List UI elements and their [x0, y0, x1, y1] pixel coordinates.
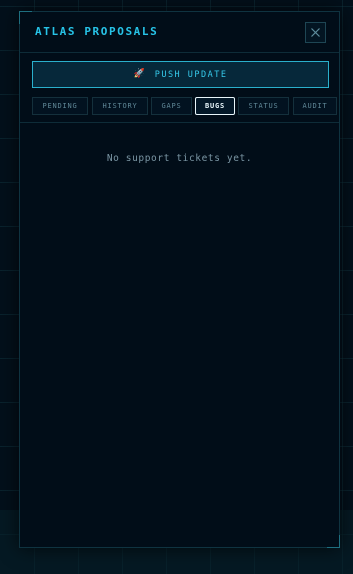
tab-bugs[interactable]: BUGS: [195, 97, 235, 115]
tab-gaps[interactable]: GAPS: [151, 97, 192, 115]
panel-title: ATLAS PROPOSALS: [35, 25, 159, 38]
tab-pending[interactable]: PENDING: [32, 97, 88, 115]
close-icon: [311, 28, 320, 37]
push-update-label: PUSH UPDATE: [154, 69, 228, 80]
tab-status[interactable]: STATUS: [238, 97, 289, 115]
rocket-icon: 🚀: [133, 69, 145, 79]
panel-header: ATLAS PROPOSALS: [20, 12, 339, 53]
push-update-button[interactable]: 🚀 PUSH UPDATE: [32, 61, 329, 88]
atlas-proposals-panel: ATLAS PROPOSALS 🚀 PUSH UPDATE PENDING HI…: [19, 11, 340, 548]
empty-state-message: No support tickets yet.: [106, 153, 253, 164]
tab-audit[interactable]: AUDIT: [293, 97, 337, 115]
tab-bar: PENDING HISTORY GAPS BUGS STATUS AUDIT: [20, 96, 339, 123]
corner-accent: [327, 535, 340, 548]
close-button[interactable]: [305, 22, 326, 43]
tab-history[interactable]: HISTORY: [92, 97, 148, 115]
